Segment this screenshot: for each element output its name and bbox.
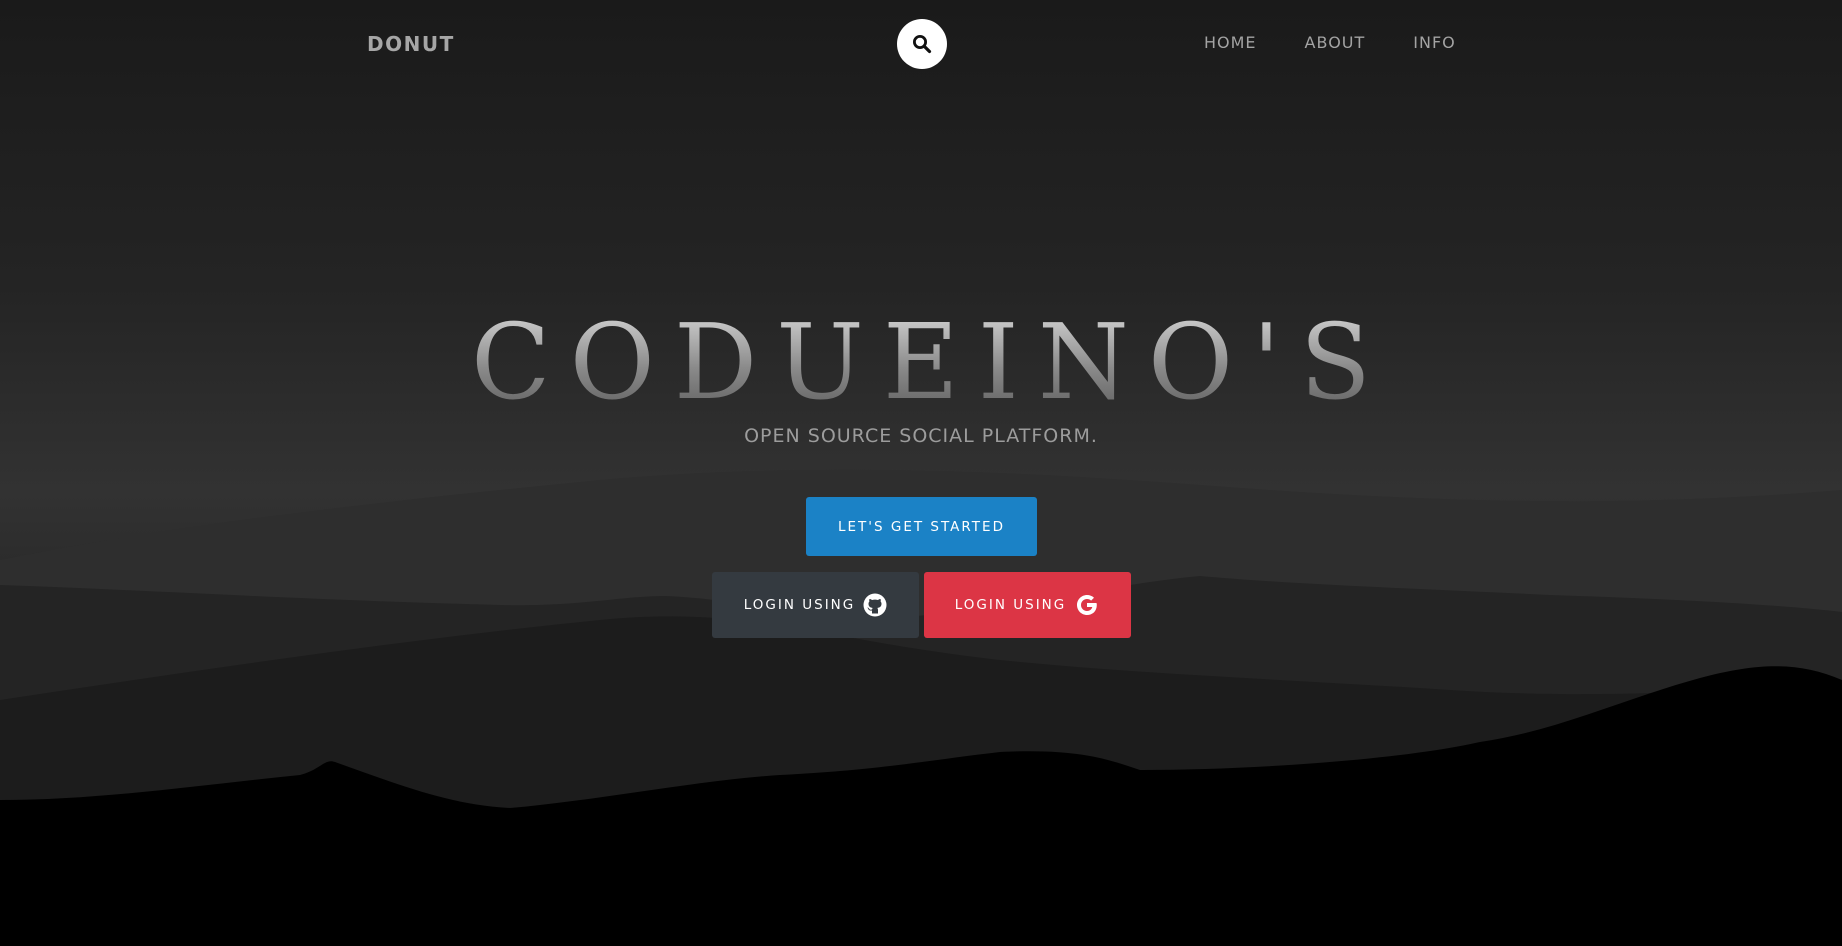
hero-subtitle: OPEN SOURCE SOCIAL PLATFORM. (744, 425, 1098, 447)
search-button[interactable] (897, 19, 947, 69)
nav-link-home[interactable]: HOME (1204, 32, 1257, 54)
nav-links: HOME ABOUT INFO (1204, 32, 1456, 54)
get-started-label: LET'S GET STARTED (838, 518, 1005, 535)
google-icon (1074, 592, 1100, 618)
nav-link-info[interactable]: INFO (1413, 32, 1455, 54)
login-github-label: LOGIN USING (743, 597, 856, 613)
hero-section: DONUT HOME ABOUT INFO CODUEINO'S OPEN SO… (0, 0, 1842, 946)
github-icon (863, 593, 887, 617)
login-google-button[interactable]: LOGIN USING (924, 572, 1131, 638)
nav-link-about[interactable]: ABOUT (1305, 32, 1366, 54)
mountain-background (0, 469, 1842, 946)
get-started-button[interactable]: LET'S GET STARTED (806, 497, 1037, 556)
search-icon (912, 34, 932, 54)
login-github-button[interactable]: LOGIN USING (712, 572, 919, 638)
hero-title: CODUEINO'S (0, 302, 1842, 422)
login-google-label: LOGIN USING (954, 597, 1067, 613)
brand-logo[interactable]: DONUT (367, 30, 455, 58)
